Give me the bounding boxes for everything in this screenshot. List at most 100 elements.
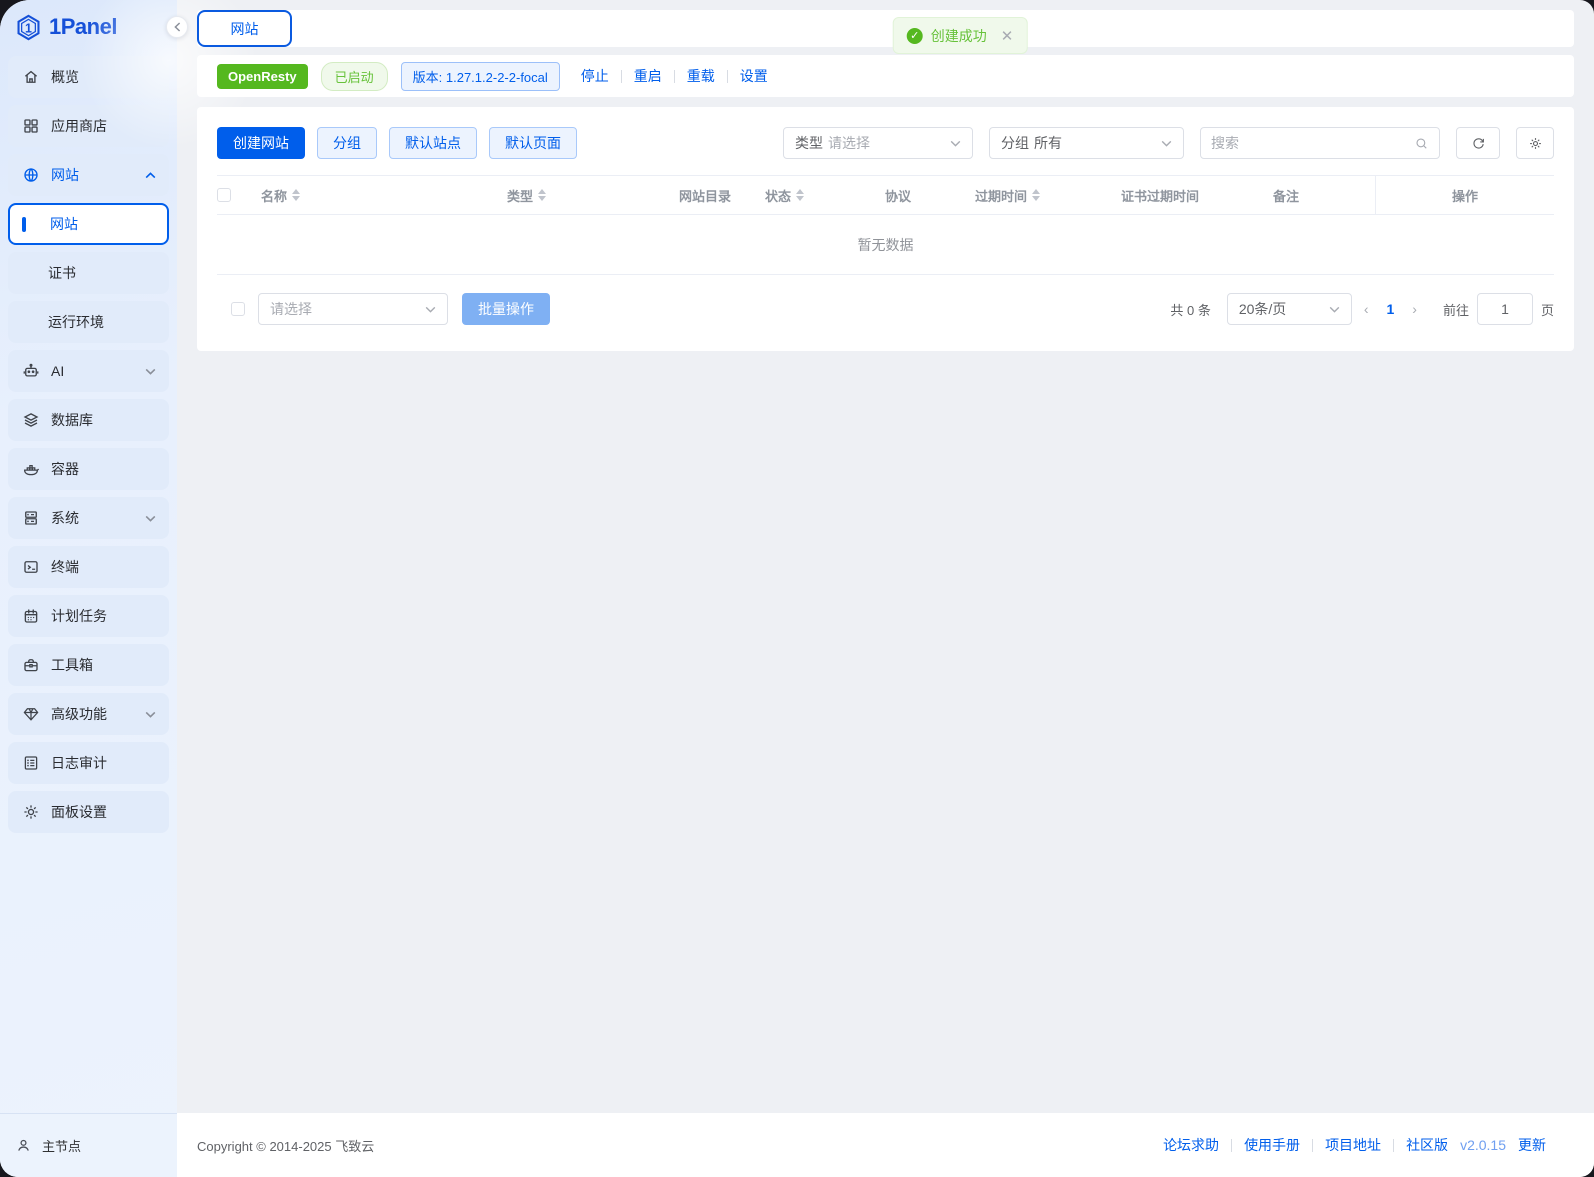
- divider: [621, 70, 622, 83]
- sidebar-item-label: 高级功能: [51, 704, 107, 724]
- node-label: 主节点: [42, 1136, 81, 1155]
- sidebar-item-label: 概览: [51, 67, 79, 87]
- batch-operate-button[interactable]: 批量操作: [462, 293, 550, 325]
- page-size-select[interactable]: 20条/页: [1227, 293, 1352, 325]
- sidebar-item-database[interactable]: 数据库: [8, 399, 169, 441]
- sidebar-subitem-website[interactable]: 网站: [8, 203, 169, 245]
- create-website-button[interactable]: 创建网站: [217, 127, 305, 159]
- select-placeholder: 请选择: [270, 299, 312, 319]
- website-list-card: 创建网站 分组 默认站点 默认页面 类型 请选择 分组 所有: [197, 107, 1574, 351]
- goto-label: 前往: [1443, 300, 1469, 319]
- search-icon: [1414, 136, 1429, 151]
- group-button[interactable]: 分组: [317, 127, 377, 159]
- col-label: 协议: [885, 186, 911, 205]
- table-header: 名称 类型 网站目录 状态 协议 过期时间: [217, 175, 1554, 215]
- stop-link[interactable]: 停止: [581, 66, 609, 86]
- sidebar-item-ai[interactable]: AI: [8, 350, 169, 392]
- column-settings-button[interactable]: [1516, 127, 1554, 159]
- manual-link[interactable]: 使用手册: [1244, 1135, 1300, 1155]
- sidebar-nav: 概览 应用商店 网站 网站: [0, 54, 177, 1113]
- divider: [727, 70, 728, 83]
- sort-icon[interactable]: [538, 189, 546, 201]
- restart-link[interactable]: 重启: [634, 66, 662, 86]
- svg-text:1: 1: [25, 21, 32, 35]
- tab-bar: 网站: [197, 10, 1574, 47]
- col-type[interactable]: 类型: [507, 176, 679, 214]
- batch-action-select[interactable]: 请选择: [258, 293, 448, 325]
- sidebar-item-app-store[interactable]: 应用商店: [8, 105, 169, 147]
- batch-select-all-checkbox[interactable]: [231, 302, 245, 316]
- terminal-icon: [22, 558, 40, 576]
- brand-name: 1Panel: [49, 14, 117, 40]
- refresh-icon: [1471, 136, 1486, 151]
- col-status[interactable]: 状态: [765, 176, 885, 214]
- user-icon: [15, 1137, 32, 1154]
- sidebar-item-label: AI: [51, 363, 64, 379]
- search-input[interactable]: [1211, 135, 1408, 151]
- group-filter-select[interactable]: 分组 所有: [989, 127, 1184, 159]
- sort-icon[interactable]: [292, 189, 300, 201]
- sidebar-subitem-label: 网站: [50, 214, 78, 234]
- sidebar-item-logs[interactable]: 日志审计: [8, 742, 169, 784]
- col-label: 类型: [507, 186, 533, 205]
- sidebar-collapse-button[interactable]: [166, 16, 188, 38]
- hexagon-logo-icon: 1: [15, 14, 42, 41]
- home-icon: [22, 68, 40, 86]
- service-state-badge: 已启动: [321, 62, 388, 91]
- sidebar-subitem-label: 证书: [48, 263, 76, 283]
- tab-website[interactable]: 网站: [197, 10, 292, 47]
- sidebar-item-website[interactable]: 网站: [8, 154, 169, 196]
- empty-text: 暂无数据: [858, 235, 914, 255]
- service-settings-link[interactable]: 设置: [740, 66, 768, 86]
- sidebar-item-toolbox[interactable]: 工具箱: [8, 644, 169, 686]
- chevron-down-icon: [1329, 306, 1340, 313]
- col-label: 备注: [1273, 186, 1299, 205]
- divider: [1393, 1139, 1394, 1152]
- chevron-down-icon: [145, 515, 156, 522]
- sidebar-item-settings[interactable]: 面板设置: [8, 791, 169, 833]
- default-site-button[interactable]: 默认站点: [389, 127, 477, 159]
- select-placeholder: 请选择: [828, 133, 870, 153]
- sidebar-item-terminal[interactable]: 终端: [8, 546, 169, 588]
- sidebar-item-pro[interactable]: 高级功能: [8, 693, 169, 735]
- sidebar-item-cron[interactable]: 计划任务: [8, 595, 169, 637]
- community-edition-link[interactable]: 社区版: [1406, 1135, 1448, 1155]
- toast-message: 创建成功: [931, 26, 987, 46]
- current-page[interactable]: 1: [1381, 301, 1401, 317]
- select-value: 所有: [1034, 133, 1062, 153]
- batch-row: 请选择 批量操作 共 0 条 20条/页 ‹ 1: [217, 293, 1554, 325]
- page-unit-label: 页: [1541, 300, 1554, 319]
- next-page-button[interactable]: ›: [1400, 301, 1429, 317]
- refresh-button[interactable]: [1456, 127, 1500, 159]
- col-expire-time[interactable]: 过期时间: [975, 176, 1121, 214]
- sort-icon[interactable]: [1032, 189, 1040, 201]
- node-switcher[interactable]: 主节点: [0, 1113, 177, 1177]
- log-list-icon: [22, 754, 40, 772]
- chevron-down-icon: [1161, 140, 1172, 147]
- default-page-button[interactable]: 默认页面: [489, 127, 577, 159]
- sidebar-item-label: 网站: [51, 165, 79, 185]
- sort-icon[interactable]: [796, 189, 804, 201]
- sidebar-item-label: 容器: [51, 459, 79, 479]
- goto-page-input[interactable]: [1477, 293, 1533, 325]
- col-name[interactable]: 名称: [261, 176, 507, 214]
- prev-page-button[interactable]: ‹: [1352, 301, 1381, 317]
- select-all-checkbox[interactable]: [217, 188, 231, 202]
- copyright-text: Copyright © 2014-2025 飞致云: [197, 1136, 374, 1155]
- sidebar-item-label: 计划任务: [51, 606, 107, 626]
- sidebar-subitem-certificate[interactable]: 证书: [8, 252, 169, 294]
- project-link[interactable]: 项目地址: [1325, 1135, 1381, 1155]
- forum-help-link[interactable]: 论坛求助: [1163, 1135, 1219, 1155]
- brand-logo[interactable]: 1 1Panel: [0, 0, 177, 54]
- type-filter-select[interactable]: 类型 请选择: [783, 127, 973, 159]
- sidebar-item-system[interactable]: 系统: [8, 497, 169, 539]
- update-link[interactable]: 更新: [1518, 1135, 1546, 1155]
- chevron-down-icon: [145, 711, 156, 718]
- close-icon[interactable]: ✕: [1001, 27, 1014, 45]
- toolbox-icon: [22, 656, 40, 674]
- sidebar-subitem-runtime[interactable]: 运行环境: [8, 301, 169, 343]
- col-directory: 网站目录: [679, 176, 765, 214]
- reload-link[interactable]: 重载: [687, 66, 715, 86]
- sidebar-item-container[interactable]: 容器: [8, 448, 169, 490]
- sidebar-item-overview[interactable]: 概览: [8, 56, 169, 98]
